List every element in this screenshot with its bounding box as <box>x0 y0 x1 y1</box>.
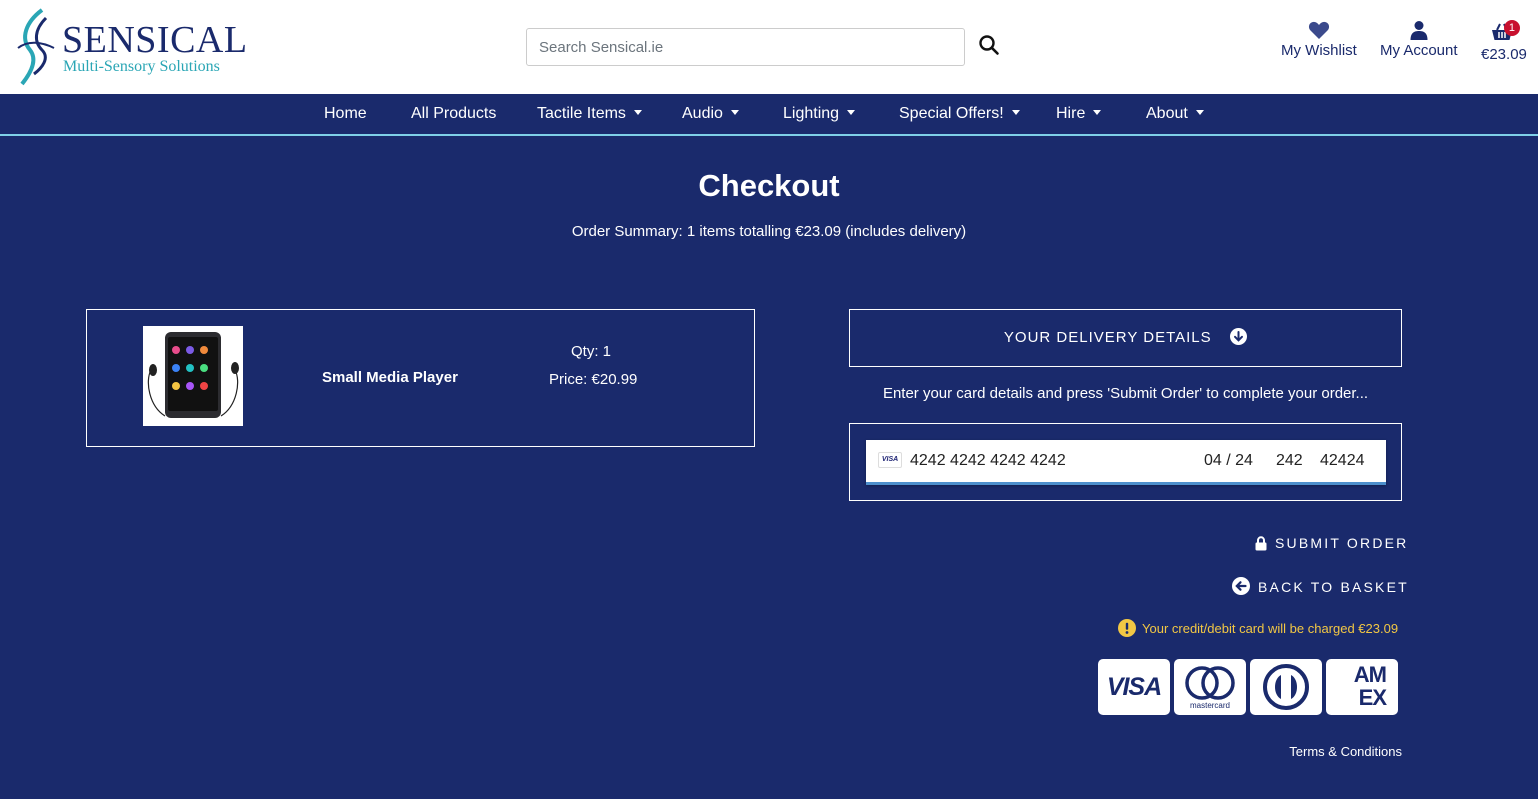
search-input[interactable] <box>526 28 965 66</box>
logo-tagline: Multi-Sensory Solutions <box>63 58 220 75</box>
amex-logo-text: AM EX <box>1353 662 1387 710</box>
card-expiry[interactable]: 04 / 24 <box>1204 452 1253 470</box>
chevron-down-icon <box>847 110 856 115</box>
logo-name: SENSICAL <box>62 19 248 61</box>
submit-order-label: SUBMIT ORDER <box>1275 535 1409 551</box>
nav-audio-label: Audio <box>682 105 723 122</box>
chevron-down-icon <box>1011 110 1020 115</box>
product-qty: Qty: 1 <box>571 343 612 360</box>
back-to-basket-label: BACK TO BASKET <box>1258 579 1409 595</box>
nav-all-products-label: All Products <box>411 105 497 122</box>
nav-audio[interactable]: Audio <box>682 105 739 123</box>
nav-about-label: About <box>1146 105 1188 122</box>
basket-icon-wrap: 1 <box>1490 20 1520 44</box>
back-to-basket-button[interactable]: BACK TO BASKET <box>1232 577 1409 595</box>
nav-all-products[interactable]: All Products <box>411 105 496 123</box>
account-label: My Account <box>1380 42 1458 59</box>
chevron-down-icon <box>730 110 739 115</box>
order-summary: Order Summary: 1 items totalling €23.09 … <box>571 223 967 240</box>
chevron-down-icon <box>1093 110 1102 115</box>
chevron-down-icon <box>633 110 642 115</box>
exclamation-circle-icon <box>1118 619 1136 637</box>
delivery-details-toggle[interactable]: YOUR DELIVERY DETAILS <box>849 309 1402 367</box>
product-image <box>143 326 243 426</box>
card-postcode[interactable]: 42424 <box>1320 452 1365 470</box>
nav-home-label: Home <box>324 105 367 122</box>
nav-special-offers-label: Special Offers! <box>899 105 1004 122</box>
user-icon <box>1410 21 1428 40</box>
accepted-cards: VISA mastercard AM EX <box>1098 659 1398 715</box>
basket-link[interactable]: 1 €23.09 <box>1481 20 1527 63</box>
nav-hire[interactable]: Hire <box>1056 105 1102 123</box>
visa-card-icon: VISA <box>878 452 902 468</box>
product-price: Price: €20.99 <box>549 371 638 388</box>
search-button[interactable] <box>976 32 1002 60</box>
card-number[interactable]: 4242 4242 4242 4242 <box>910 452 1066 470</box>
diners-club-logo <box>1250 659 1322 715</box>
mastercard-logo: mastercard <box>1174 659 1246 715</box>
basket-total: €23.09 <box>1481 46 1527 63</box>
terms-conditions-link[interactable]: Terms & Conditions <box>1240 744 1402 759</box>
basket-item: Small Media Player Qty: 1 Price: €20.99 <box>86 309 755 447</box>
nav-home[interactable]: Home <box>324 105 367 123</box>
chevron-down-icon <box>1195 110 1204 115</box>
nav-lighting[interactable]: Lighting <box>783 105 856 123</box>
delivery-details-label: YOUR DELIVERY DETAILS <box>1003 329 1212 346</box>
nav-tactile-items-label: Tactile Items <box>537 105 626 122</box>
nav-about[interactable]: About <box>1146 105 1204 123</box>
visa-logo: VISA <box>1098 659 1170 715</box>
wishlist-link[interactable]: My Wishlist <box>1281 20 1357 59</box>
card-cvc[interactable]: 242 <box>1276 452 1303 470</box>
card-input[interactable]: VISA 4242 4242 4242 4242 04 / 24 242 424… <box>866 440 1386 485</box>
account-link[interactable]: My Account <box>1380 20 1458 59</box>
nav-special-offers[interactable]: Special Offers! <box>899 105 1020 123</box>
product-name: Small Media Player <box>322 369 458 386</box>
nav-tactile-items[interactable]: Tactile Items <box>537 105 642 123</box>
nav-hire-label: Hire <box>1056 105 1086 122</box>
card-details-box: VISA 4242 4242 4242 4242 04 / 24 242 424… <box>849 423 1402 501</box>
search-icon <box>979 34 999 55</box>
heart-icon <box>1308 21 1329 39</box>
arrow-down-circle-icon <box>1230 328 1248 345</box>
card-instruction: Enter your card details and press 'Submi… <box>882 385 1369 402</box>
wishlist-label: My Wishlist <box>1281 42 1357 59</box>
media-player-image <box>147 332 239 418</box>
charge-warning: Your credit/debit card will be charged €… <box>1118 619 1398 637</box>
submit-order-button[interactable]: SUBMIT ORDER <box>1255 535 1409 551</box>
arrow-left-circle-icon <box>1232 577 1250 595</box>
charge-warning-text: Your credit/debit card will be charged €… <box>1142 621 1399 636</box>
sensical-logo[interactable]: SENSICAL Multi-Sensory Solutions <box>12 8 252 88</box>
amex-logo: AM EX <box>1326 659 1398 715</box>
visa-logo-text: VISA <box>1106 673 1162 701</box>
diners-club-icon <box>1263 664 1309 710</box>
page-title: Checkout <box>698 168 840 203</box>
logo-swirl-icon <box>17 8 55 86</box>
basket-count-badge: 1 <box>1503 20 1520 36</box>
site-header: SENSICAL Multi-Sensory Solutions My Wish… <box>0 0 1538 94</box>
mastercard-logo-text: mastercard <box>1189 701 1230 710</box>
lock-icon <box>1255 536 1267 551</box>
main-nav: Home All Products Tactile Items Audio Li… <box>0 94 1538 136</box>
nav-lighting-label: Lighting <box>783 105 840 122</box>
